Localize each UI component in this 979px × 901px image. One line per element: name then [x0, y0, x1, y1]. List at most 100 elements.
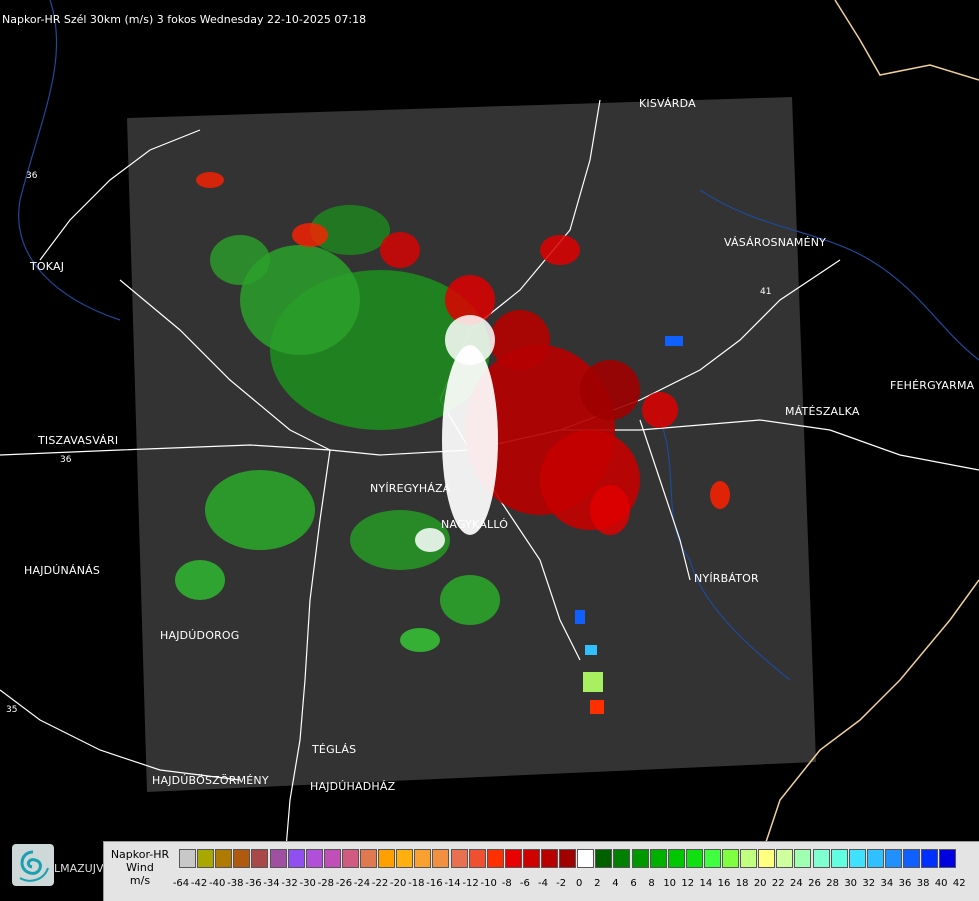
road-number-36: 36 [60, 455, 72, 465]
legend-tick-label: -38 [227, 878, 244, 889]
city-label-vasarosnameny: VÁSÁROSNAMÉNY [724, 236, 827, 249]
legend-swatch [341, 849, 359, 868]
legend-swatch [197, 849, 215, 868]
legend-tick-label: 36 [898, 878, 912, 889]
legend-swatch [251, 849, 269, 868]
legend-tick-label: -26 [335, 878, 353, 889]
legend-tick-label: 24 [790, 878, 803, 889]
legend-swatch [179, 849, 196, 868]
legend-swatch [414, 849, 432, 868]
legend-tick-label: 2 [594, 878, 601, 889]
legend-swatch [921, 849, 939, 868]
legend-tick-label: -14 [444, 878, 461, 889]
legend-tick-label: 8 [648, 878, 655, 889]
radar-map: 36 41 35 36 [0, 0, 979, 900]
city-label-hajduhadhaz: HAJDÚHADHÁZ [310, 780, 396, 793]
legend-title-line1: Napkor-HR [110, 848, 170, 861]
city-label-nyirbator: NYÍRBÁTOR [694, 572, 759, 585]
legend-tick-label: 4 [612, 878, 619, 889]
legend-tick-label: -10 [480, 878, 497, 889]
legend-tick-label: -4 [538, 878, 548, 889]
legend-tick-label: -64 [172, 878, 190, 889]
legend-swatch [305, 849, 323, 868]
legend-swatch [233, 849, 251, 868]
road-number-35: 35 [6, 705, 17, 715]
legend-tick-label: -36 [245, 878, 262, 889]
legend-tick-label: -6 [519, 878, 530, 889]
legend-tick-label: -24 [353, 878, 371, 889]
legend-swatch [649, 849, 667, 868]
color-legend: Napkor-HR Wind m/s -64 -42 -40 -38 -36 -34 -32… [103, 841, 979, 901]
legend-ticks: -64 -42 -40 -38 -36 -34 -32 -30 -28 -26 -24 -22 -20-… [173, 878, 979, 892]
city-label-fehergyarmat: FEHÉRGYARMA [890, 379, 975, 392]
city-label-nyiregyhaza: NYÍREGYHÁZA [370, 482, 451, 495]
city-label-nagykallo: NAGYKÁLLÓ [441, 518, 509, 531]
legend-tick-label: 20 [753, 878, 767, 889]
legend-tick-label: 16 [717, 878, 731, 889]
legend-swatch [939, 849, 957, 868]
legend-tick-label: -42 [190, 878, 208, 889]
city-label-kisvarda: KISVÁRDA [639, 97, 696, 110]
legend-swatch [848, 849, 866, 868]
city-label-tokaj: TOKAJ [30, 260, 65, 273]
legend-swatch [323, 849, 341, 868]
legend-tick-label: 14 [699, 878, 713, 889]
legend-swatch [722, 849, 739, 868]
legend-swatch [504, 849, 522, 868]
city-label-hajdunanas: HAJDÚNÁNÁS [24, 564, 101, 577]
legend-swatch [215, 849, 233, 868]
legend-swatch [360, 849, 377, 868]
legend-swatch [812, 849, 830, 868]
legend-swatch [595, 849, 613, 868]
legend-tick-label: -34 [263, 878, 280, 889]
legend-swatch [269, 849, 287, 868]
legend-tick-label: 0 [576, 878, 583, 889]
legend-swatch [903, 849, 920, 868]
legend-tick-label: -12 [462, 878, 479, 889]
legend-tick-label: 40 [934, 878, 948, 889]
legend-swatch [468, 849, 486, 868]
legend-tick-label: -40 [209, 878, 226, 889]
city-label-hajdudorog: HAJDÚDOROG [160, 629, 240, 642]
legend-tick-label: 26 [808, 878, 821, 889]
legend-swatch [667, 849, 685, 868]
legend-swatch [776, 849, 794, 868]
legend-tick-label: 42 [952, 878, 966, 889]
road-number-36b: 36 [26, 171, 38, 181]
city-label-mateszalka: MÁTÉSZALKA [785, 405, 860, 418]
road-number-41: 41 [760, 287, 771, 297]
legend-tick-label: -30 [299, 878, 316, 889]
legend-swatch [378, 849, 396, 868]
legend-tick-label: 30 [844, 878, 858, 889]
legend-tick-label: 22 [771, 878, 785, 889]
legend-tick-label: -22 [371, 878, 389, 889]
legend-swatch [685, 849, 703, 868]
legend-tick-label: 34 [880, 878, 894, 889]
legend-title-line2: Wind [126, 861, 154, 874]
legend-swatch [830, 849, 848, 868]
legend-swatch [450, 849, 468, 868]
map-title: Napkor-HR Szél 30km (m/s) 3 fokos Wednes… [2, 13, 367, 26]
legend-swatch [631, 849, 649, 868]
legend-swatch [522, 849, 540, 868]
legend-swatch [884, 849, 902, 868]
legend-tick-label: 18 [735, 878, 749, 889]
legend-tick-label: -16 [426, 878, 443, 889]
legend-tick-label: 6 [630, 878, 637, 889]
legend-tick-label: -18 [408, 878, 425, 889]
swirl-logo-icon [12, 844, 54, 886]
legend-swatch [866, 849, 884, 868]
legend-title: Napkor-HR Wind m/s [104, 848, 176, 887]
legend-tick-label: -8 [501, 878, 512, 889]
city-label-teglas: TÉGLÁS [312, 743, 357, 756]
legend-swatch [396, 849, 414, 868]
legend-swatch [287, 849, 305, 868]
legend-tick-label: -20 [390, 878, 407, 889]
legend-tick-label: 12 [681, 878, 695, 889]
legend-swatch [541, 849, 558, 868]
legend-swatch [703, 849, 721, 868]
legend-swatch [613, 849, 631, 868]
legend-tick-label: -2 [556, 878, 567, 889]
legend-swatch [758, 849, 776, 868]
legend-tick-label: -28 [317, 878, 334, 889]
